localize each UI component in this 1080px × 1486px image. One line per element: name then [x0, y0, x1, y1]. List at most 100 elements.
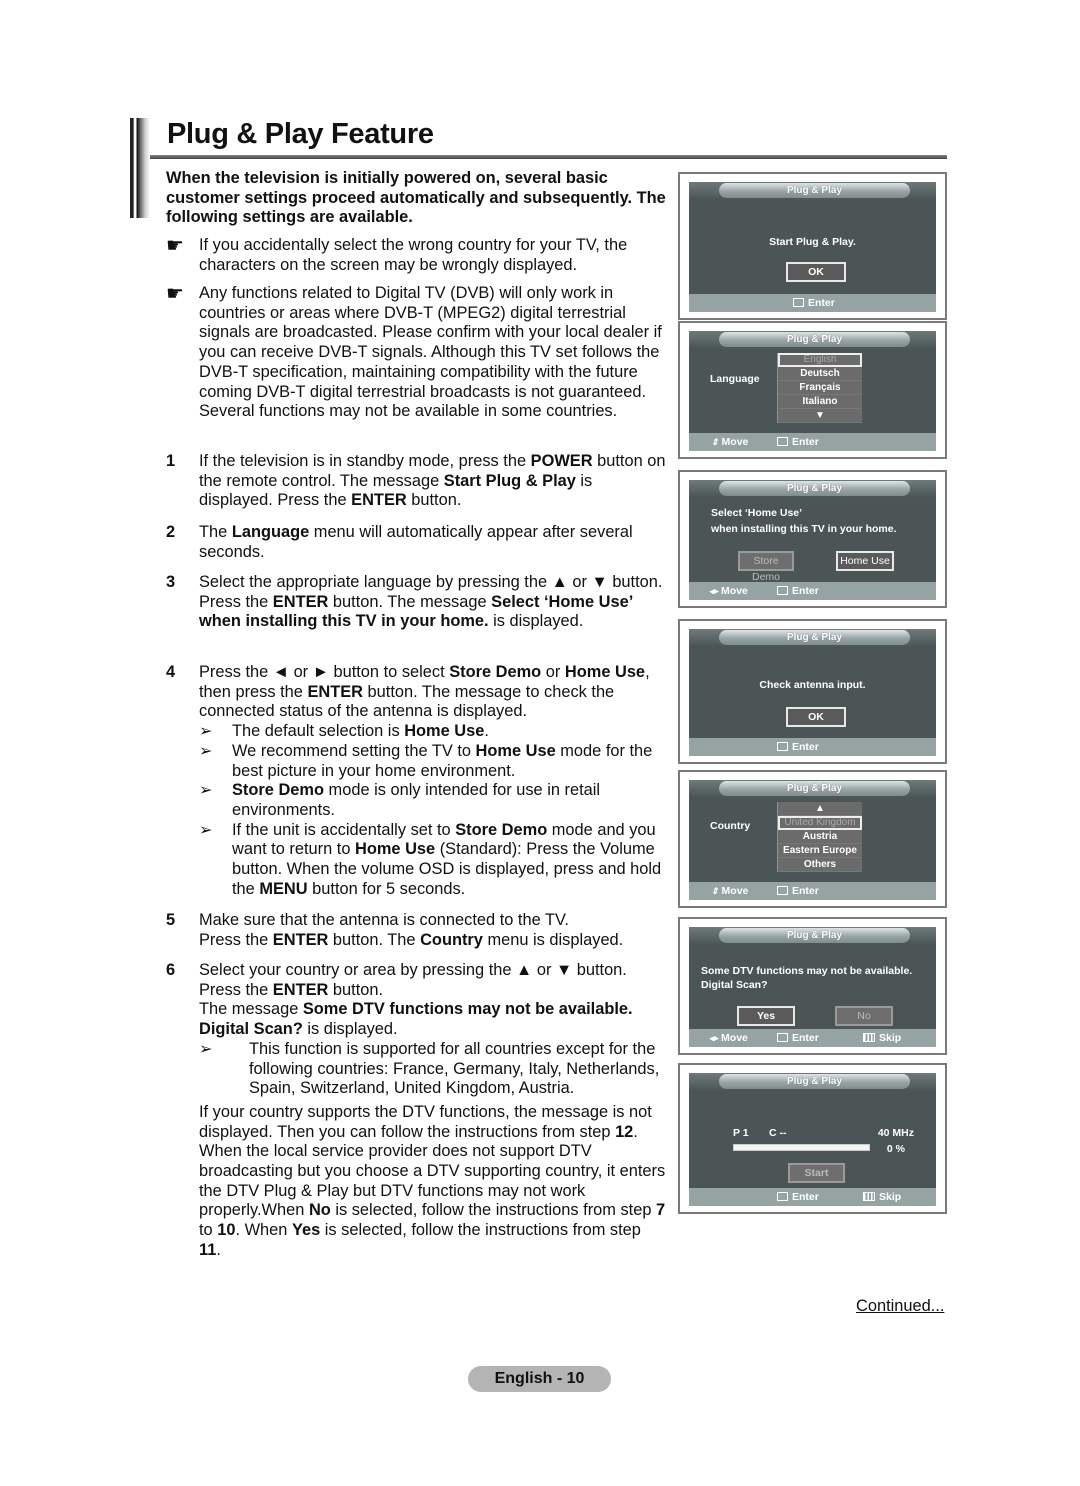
left-right-icon: ◂▸: [709, 1033, 719, 1043]
up-down-icon: ⇕: [711, 886, 719, 896]
osd-digital-scan: Plug & Play Some DTV functions may not b…: [678, 917, 947, 1055]
step-number: 6: [166, 961, 176, 979]
arrow-bullet-icon: ➢: [199, 782, 213, 800]
step-number: 2: [166, 523, 176, 541]
page-title: Plug & Play Feature: [167, 118, 434, 150]
enter-icon: [793, 298, 804, 307]
osd-title: Plug & Play: [719, 332, 910, 347]
header-decorative-bar: [130, 118, 150, 218]
language-label: Language: [710, 373, 760, 385]
osd-home-use: Plug & Play Select ‘Home Use’ when insta…: [678, 470, 947, 608]
language-list[interactable]: English Deutsch Français Italiano ▼: [777, 353, 862, 423]
enter-icon: [777, 437, 788, 446]
intro-paragraph: When the television is initially powered…: [166, 169, 666, 227]
home-use-button[interactable]: Home Use: [836, 551, 894, 571]
ok-button[interactable]: OK: [786, 707, 846, 727]
osd-title: Plug & Play: [719, 183, 910, 198]
title-divider: [150, 155, 947, 159]
osd-check-antenna: Plug & Play Check antenna input. OK Ente…: [678, 619, 947, 764]
step-text: If the television is in standby mode, pr…: [199, 452, 666, 510]
osd-title: Plug & Play: [719, 630, 910, 645]
osd-title: Plug & Play: [719, 928, 910, 943]
start-button[interactable]: Start: [788, 1163, 845, 1183]
note-dvb: ☛ Any functions related to Digital TV (D…: [166, 284, 666, 422]
language-option[interactable]: Italiano: [778, 395, 862, 409]
osd-message: Check antenna input.: [759, 679, 866, 691]
language-option[interactable]: Français: [778, 381, 862, 395]
osd-message: when installing this TV in your home.: [711, 523, 897, 535]
pointing-hand-icon: ☛: [166, 235, 184, 257]
step-number: 1: [166, 452, 176, 470]
osd-message: Start Plug & Play.: [769, 236, 856, 248]
step-3: 3 Select the appropriate language by pre…: [166, 573, 666, 632]
country-option-selected[interactable]: United Kingdom: [778, 816, 862, 830]
country-option[interactable]: Eastern Europe: [778, 844, 862, 858]
enter-icon: [777, 1192, 788, 1201]
step-5: 5 Make sure that the antenna is connecte…: [166, 911, 666, 950]
scroll-up-icon[interactable]: ▲: [778, 802, 862, 816]
continued-link[interactable]: Continued...: [856, 1297, 944, 1316]
note-text: Any functions related to Digital TV (DVB…: [199, 284, 662, 421]
osd-title: Plug & Play: [719, 481, 910, 496]
skip-icon: [863, 1033, 875, 1042]
scroll-down-icon[interactable]: ▼: [778, 409, 862, 423]
step-6: 6 Select your country or area by pressin…: [166, 961, 666, 1261]
osd-message: Select ‘Home Use’: [711, 507, 803, 519]
osd-scan-progress: Plug & Play P 1 C -- 40 MHz 0 % Start En…: [678, 1063, 947, 1214]
step-text: The Language menu will automatically app…: [199, 523, 633, 561]
country-option[interactable]: Austria: [778, 830, 862, 844]
osd-message: Some DTV functions may not be available.: [701, 965, 913, 977]
program-number: P 1: [733, 1127, 749, 1139]
store-demo-button[interactable]: Store Demo: [738, 551, 794, 583]
arrow-bullet-icon: ➢: [199, 742, 213, 760]
tip: ➢ The default selection is Home Use.: [199, 722, 489, 741]
arrow-bullet-icon: ➢: [199, 1040, 213, 1058]
left-right-icon: ◂▸: [709, 586, 719, 596]
osd-start-plug-play: Plug & Play Start Plug & Play. OK Enter: [678, 172, 947, 320]
step-text: Select the appropriate language by press…: [199, 573, 663, 631]
step-1: 1 If the television is in standby mode, …: [166, 452, 666, 511]
tip: ➢ We recommend setting the TV to Home Use…: [199, 741, 653, 780]
enter-icon: [777, 742, 788, 751]
scan-progress-bar: [733, 1144, 870, 1151]
step-2: 2 The Language menu will automatically a…: [166, 523, 666, 562]
osd-title: Plug & Play: [719, 1074, 910, 1089]
enter-icon: [777, 586, 788, 595]
step-number: 3: [166, 573, 176, 591]
tip: ➢ Store Demo mode is only intended for us…: [199, 781, 601, 819]
frequency-readout: 40 MHz: [877, 1127, 914, 1139]
note-text: If you accidentally select the wrong cou…: [199, 236, 628, 274]
language-option-selected[interactable]: English: [778, 353, 862, 367]
up-down-icon: ⇕: [711, 437, 719, 447]
step-text: Select your country or area by pressing …: [199, 961, 633, 1039]
yes-button[interactable]: Yes: [737, 1006, 795, 1026]
language-option[interactable]: Deutsch: [778, 367, 862, 381]
page-number-badge: English - 10: [468, 1366, 611, 1392]
pointing-hand-icon: ☛: [166, 283, 184, 305]
tip: ➢ This function is supported for all coun…: [199, 1039, 660, 1098]
enter-icon: [777, 886, 788, 895]
progress-percent: 0 %: [886, 1143, 905, 1155]
country-option[interactable]: Others: [778, 858, 862, 872]
step-number: 4: [166, 663, 176, 681]
osd-language: Plug & Play Language English Deutsch Fra…: [678, 321, 947, 459]
arrow-bullet-icon: ➢: [199, 723, 213, 741]
osd-country: Plug & Play Country ▲ United Kingdom Aus…: [678, 770, 947, 908]
ok-button[interactable]: OK: [786, 262, 846, 282]
tip: ➢ If the unit is accidentally set to Stor…: [199, 820, 662, 898]
step-number: 5: [166, 911, 176, 929]
step-text: Make sure that the antenna is connected …: [199, 911, 624, 949]
note-wrong-country: ☛ If you accidentally select the wrong c…: [166, 236, 666, 275]
step-4: 4 Press the ◄ or ► button to select Stor…: [166, 663, 666, 899]
channel-number: C --: [769, 1127, 787, 1139]
osd-message: Digital Scan?: [701, 979, 768, 991]
skip-icon: [863, 1192, 875, 1201]
no-button[interactable]: No: [835, 1006, 893, 1026]
step-text: If your country supports the DTV functio…: [199, 1102, 666, 1259]
country-list[interactable]: ▲ United Kingdom Austria Eastern Europe …: [777, 802, 862, 872]
arrow-bullet-icon: ➢: [199, 821, 213, 839]
country-label: Country: [710, 820, 751, 832]
osd-title: Plug & Play: [719, 781, 910, 796]
step-text: Press the ◄ or ► button to select Store …: [199, 663, 650, 721]
enter-icon: [777, 1033, 788, 1042]
